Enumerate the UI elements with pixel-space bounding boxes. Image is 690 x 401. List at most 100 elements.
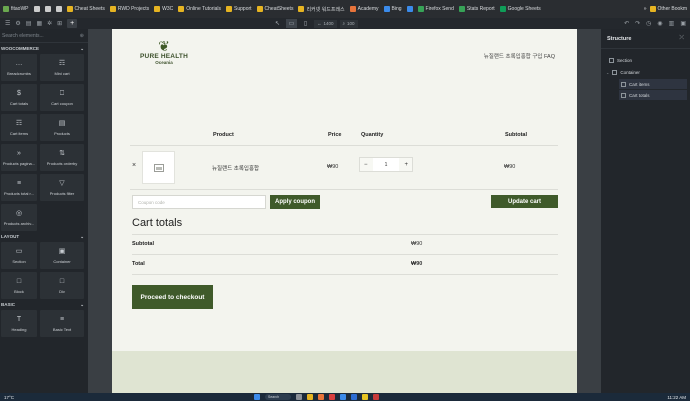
zoom-field[interactable]: ⌕ 100 (339, 19, 358, 28)
bookmark[interactable] (33, 6, 40, 12)
menu-icon[interactable]: ☰ (5, 21, 10, 27)
site-nav[interactable]: 뉴질랜드 초록입홍합 구입 FAQ (484, 52, 555, 60)
collapse-icon[interactable]: ⤫ (679, 35, 684, 42)
other-bookmarks[interactable]: Other Bookm (649, 6, 687, 12)
bookmark-folder[interactable]: Cheat Sheets (66, 6, 105, 12)
taskbar-search[interactable]: Search (265, 394, 291, 400)
element-tile[interactable]: ⇅ Products orderby (40, 144, 84, 171)
category-header[interactable]: BASIC ⌄ (0, 299, 88, 310)
add-element-button[interactable]: + (67, 19, 78, 28)
history-icon[interactable]: ◷ (646, 21, 651, 27)
bookmark-folder[interactable]: 리커넷 워드프레스 (298, 6, 345, 13)
settings-icon[interactable]: ⚙ (15, 21, 20, 27)
element-tile[interactable]: ▭ Section (1, 242, 37, 269)
cursor-icon[interactable]: ↖ (272, 19, 283, 28)
task-view-icon[interactable] (296, 394, 302, 400)
more-bookmarks-icon[interactable]: » (644, 6, 647, 12)
bookmark-folder[interactable]: CheatSheets (256, 6, 293, 12)
element-tile[interactable]: » Products pagina... (1, 144, 37, 171)
templates-icon[interactable]: ▦ (36, 21, 42, 27)
folder-icon (154, 6, 161, 12)
undo-icon[interactable]: ↶ (624, 21, 629, 27)
element-tile[interactable]: ▣ Container (40, 242, 84, 269)
container-icon: ▣ (58, 247, 66, 255)
product-thumbnail[interactable] (142, 151, 175, 184)
element-tile[interactable]: … Breadcrumbs (1, 54, 37, 81)
remove-item-button[interactable]: × (132, 162, 136, 169)
bookmark-folder[interactable]: RWD Projects (109, 6, 149, 12)
element-tile[interactable]: □ Block (1, 272, 37, 299)
bookmark[interactable]: Academy (349, 6, 379, 12)
element-tile[interactable]: ☶ Cart items (1, 114, 37, 141)
products-icon: ▤ (58, 119, 66, 127)
update-cart-button[interactable]: Update cart (491, 195, 558, 208)
app-icon[interactable] (329, 394, 335, 400)
coupon-input[interactable]: Coupon code (132, 195, 266, 209)
bookmark[interactable] (406, 6, 413, 12)
app-icon[interactable] (362, 394, 368, 400)
element-tile[interactable]: ▤ Products (40, 114, 84, 141)
pages-icon[interactable]: ▤ (26, 21, 32, 27)
quantity-plus-button[interactable]: + (404, 162, 408, 168)
bookmark-folder[interactable]: Online Tutorials (178, 6, 221, 12)
save-icon[interactable]: ▣ (680, 21, 686, 27)
tablet-breakpoint-icon[interactable]: ▯ (300, 19, 311, 28)
structure-node-cart-totals[interactable]: Cart totals (621, 90, 650, 100)
structure-toggle-icon[interactable]: ▥ (669, 21, 675, 27)
structure-node-cart-items[interactable]: Cart items (621, 79, 650, 89)
windows-start-icon[interactable] (254, 394, 260, 400)
quantity-minus-button[interactable]: − (364, 162, 368, 168)
redo-icon[interactable]: ↷ (635, 21, 640, 27)
proceed-to-checkout-button[interactable]: Proceed to checkout (132, 285, 213, 309)
element-tile[interactable]: ≡ Products total r... (1, 174, 37, 201)
element-tile[interactable]: $ Cart totals (1, 84, 37, 111)
site-logo[interactable]: ❦ PURE HEALTH Oceania (139, 39, 189, 65)
apply-coupon-button[interactable]: Apply coupon (270, 195, 320, 209)
bookmark[interactable]: Firefox Send (417, 6, 454, 12)
gear-icon[interactable]: ✲ (47, 21, 52, 27)
element-tile[interactable]: ▽ Products filter (40, 174, 84, 201)
bookmark-folder[interactable]: Support (226, 6, 252, 12)
app-icon[interactable] (351, 394, 357, 400)
product-subtotal: ₩90 (504, 164, 516, 170)
element-tile[interactable]: ☶ Mini cart (40, 54, 84, 81)
element-tile[interactable]: ≡ Basic Text (40, 310, 84, 337)
element-tile[interactable]: ◎ Products archiv... (1, 204, 37, 231)
file-explorer-icon[interactable] (307, 394, 313, 400)
structure-node-section[interactable]: Section (609, 55, 632, 65)
folder-icon (649, 6, 656, 12)
totals-divider (132, 254, 558, 255)
bookmark-favicon-icon (44, 6, 51, 12)
app-icon[interactable] (373, 394, 379, 400)
element-search[interactable]: Search elements... ⊕ (0, 29, 88, 43)
app-icon[interactable] (318, 394, 324, 400)
quantity-input[interactable]: 1 (373, 158, 399, 171)
element-tile[interactable]: □ Div (40, 272, 84, 299)
element-tile[interactable]: ⎕ Cart coupon (40, 84, 84, 111)
canvas-width-field[interactable]: ↔ 1400 (314, 19, 337, 28)
system-clock[interactable]: 11:22 AM (667, 395, 686, 400)
structure-header: Structure ⤫ (601, 29, 690, 49)
bookmark-folder[interactable]: W3C (154, 6, 173, 12)
totals-divider (132, 274, 558, 275)
folder-icon (66, 6, 73, 12)
structure-node-container[interactable]: ⌄ Container (606, 67, 640, 77)
bookmark[interactable]: Stats Report (458, 6, 495, 12)
bookmark[interactable] (55, 6, 62, 12)
element-tile[interactable]: T Heading (1, 310, 37, 337)
header-quantity: Quantity (361, 132, 384, 138)
category-header[interactable]: LAYOUT ⌄ (0, 231, 88, 242)
bookmark[interactable]: Bing (383, 6, 402, 12)
app-icon[interactable] (340, 394, 346, 400)
category-header[interactable]: WOOCOMMERCE ⌄ (0, 43, 88, 54)
element-search-input[interactable]: Search elements... (2, 33, 44, 39)
pin-icon[interactable]: ⊕ (80, 33, 84, 39)
bookmark[interactable]: fitaoWP (3, 6, 29, 12)
bookmark[interactable] (44, 6, 51, 12)
bookmark[interactable]: Google Sheets (499, 6, 541, 12)
desktop-breakpoint-icon[interactable]: ▭ (286, 19, 297, 28)
preview-icon[interactable]: ◉ (657, 21, 662, 27)
grid-icon[interactable]: ⊞ (57, 21, 62, 27)
product-name-link[interactable]: 뉴질랜드 초록입홍합 (212, 164, 259, 172)
weather-widget[interactable]: 17°C (0, 395, 14, 400)
